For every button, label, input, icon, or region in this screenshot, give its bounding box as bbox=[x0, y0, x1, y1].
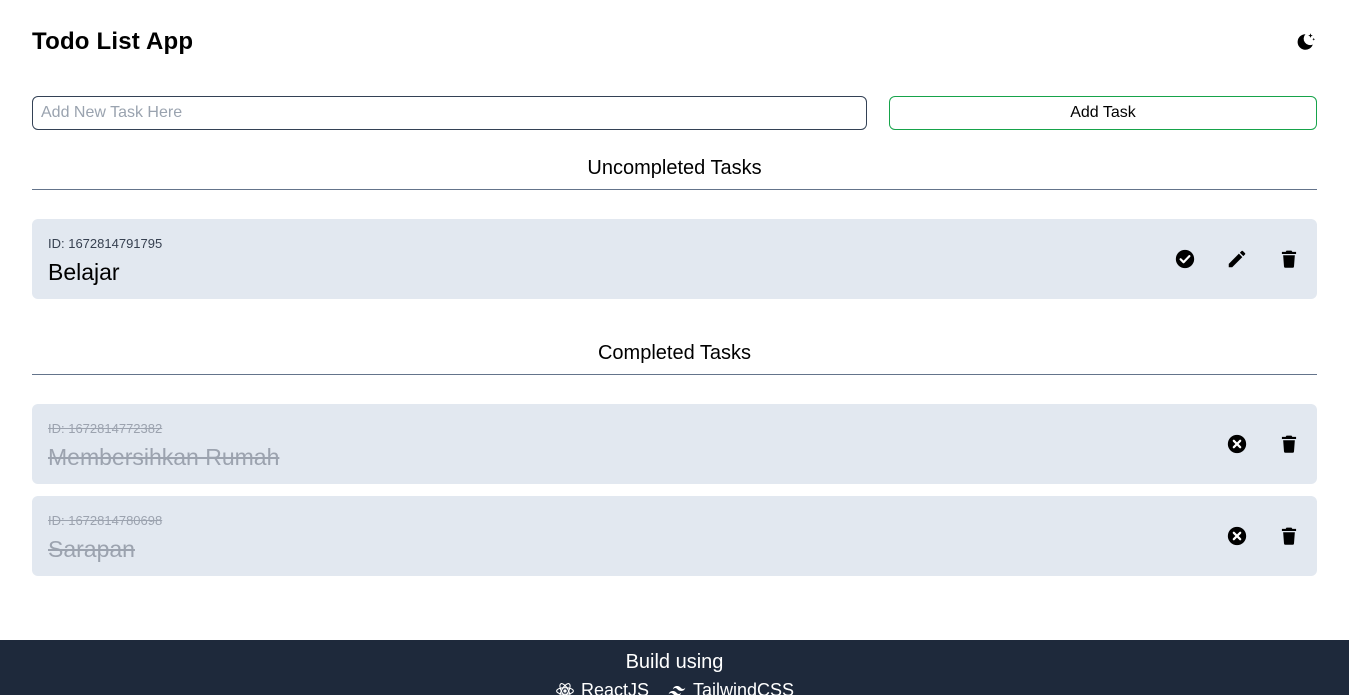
edit-task-button[interactable] bbox=[1225, 247, 1249, 271]
tech-list: ReactJS TailwindCSS bbox=[0, 680, 1349, 695]
pencil-icon bbox=[1228, 250, 1246, 268]
task-id: ID: 1672814791795 bbox=[48, 236, 163, 251]
delete-task-button[interactable] bbox=[1277, 247, 1301, 271]
uncomplete-task-button[interactable] bbox=[1225, 432, 1249, 456]
task-id: ID: 1672814772382 bbox=[48, 421, 163, 436]
page-title: Todo List App bbox=[32, 28, 194, 55]
task-name: Membersihkan Rumah bbox=[48, 444, 280, 470]
add-task-form: Add Task bbox=[32, 96, 1317, 130]
react-icon bbox=[556, 682, 574, 695]
task-card: ID: 1672814791795 Belajar bbox=[32, 219, 1317, 299]
delete-task-button[interactable] bbox=[1277, 432, 1301, 456]
task-id: ID: 1672814780698 bbox=[48, 513, 163, 528]
footer: Build using ReactJS TailwindCSS bbox=[0, 640, 1349, 695]
task-actions bbox=[1225, 524, 1301, 548]
task-actions bbox=[1225, 432, 1301, 456]
add-task-button[interactable]: Add Task bbox=[889, 96, 1317, 130]
complete-task-button[interactable] bbox=[1173, 247, 1197, 271]
tech-label: TailwindCSS bbox=[692, 680, 795, 695]
trash-icon bbox=[1281, 250, 1297, 268]
moon-stars-icon bbox=[1297, 33, 1316, 50]
app-header: Todo List App bbox=[32, 26, 1317, 58]
trash-icon bbox=[1281, 435, 1297, 453]
task-card: ID: 1672814780698 Sarapan bbox=[32, 496, 1317, 576]
task-name: Sarapan bbox=[48, 536, 135, 562]
tech-label: ReactJS bbox=[580, 680, 649, 695]
check-circle-icon bbox=[1175, 249, 1195, 269]
x-circle-icon bbox=[1227, 434, 1247, 454]
task-name: Belajar bbox=[48, 259, 120, 285]
task-card: ID: 1672814772382 Membersihkan Rumah bbox=[32, 404, 1317, 484]
tech-link-tailwindcss[interactable]: TailwindCSS bbox=[667, 680, 794, 695]
tailwind-icon bbox=[668, 685, 686, 695]
uncompleted-section-title: Uncompleted Tasks bbox=[32, 157, 1317, 190]
uncomplete-task-button[interactable] bbox=[1225, 524, 1249, 548]
theme-toggle-button[interactable] bbox=[1293, 30, 1317, 54]
task-actions bbox=[1173, 247, 1301, 271]
x-circle-icon bbox=[1227, 526, 1247, 546]
delete-task-button[interactable] bbox=[1277, 524, 1301, 548]
completed-section-title: Completed Tasks bbox=[32, 342, 1317, 375]
tech-link-reactjs[interactable]: ReactJS bbox=[555, 680, 649, 695]
footer-title: Build using bbox=[625, 651, 724, 673]
trash-icon bbox=[1281, 527, 1297, 545]
new-task-input[interactable] bbox=[32, 96, 867, 130]
